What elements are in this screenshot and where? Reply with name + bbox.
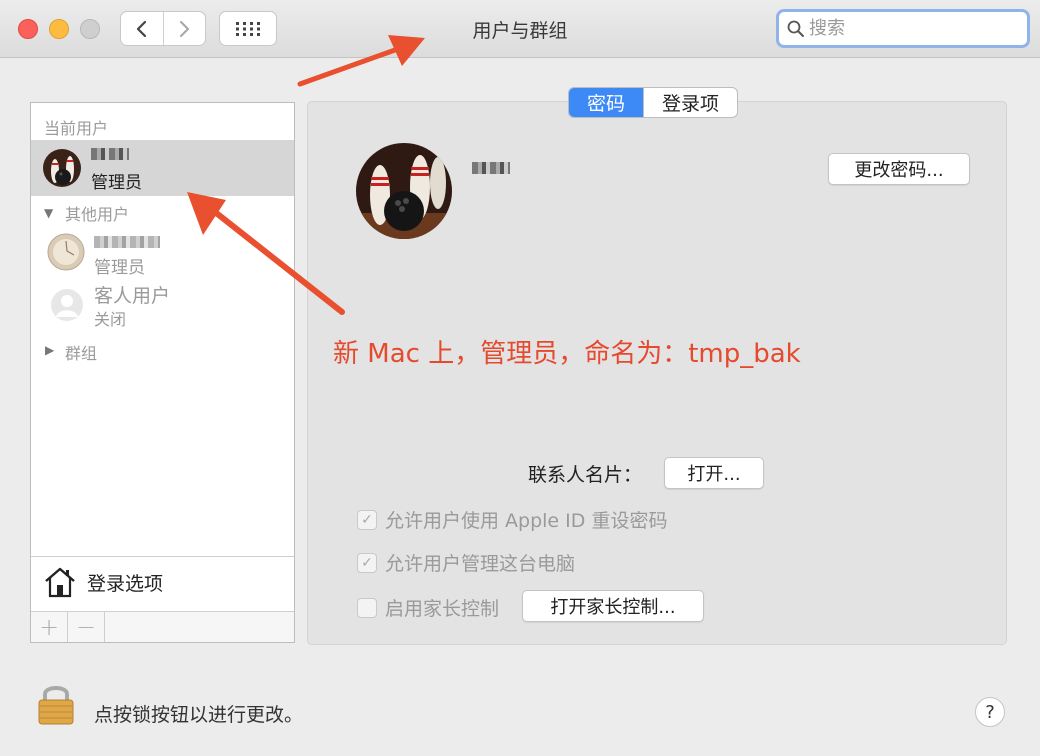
user-profile-picture[interactable] [356, 143, 452, 239]
forward-button[interactable] [162, 12, 206, 45]
title-bar: 用户与群组 [0, 0, 1040, 58]
tab-password[interactable]: 密码 [569, 88, 644, 117]
user-full-name-redacted [472, 162, 510, 174]
parental-controls-checkbox[interactable] [357, 597, 377, 618]
login-options-item[interactable]: 登录选项 [43, 566, 163, 598]
search-icon [787, 20, 804, 37]
guest-user-status: 关闭 [94, 310, 127, 329]
open-contact-card-button[interactable]: 打开... [664, 457, 764, 489]
show-all-button[interactable] [219, 11, 277, 46]
chevron-right-icon [180, 20, 190, 37]
change-password-button[interactable]: 更改密码... [828, 153, 970, 185]
contact-card-label: 联系人名片： [528, 464, 643, 486]
back-button[interactable] [121, 12, 163, 45]
other-users-header: 其他用户 [65, 205, 130, 224]
annotation-note: 新 Mac 上，管理员，命名为：tmp_bak [333, 339, 801, 369]
divider [31, 556, 294, 557]
user-name-redacted [91, 148, 129, 160]
groups-header: 群组 [65, 344, 98, 363]
disclosure-open-icon[interactable]: ▼ [44, 206, 53, 220]
allow-admin-label: 允许用户管理这台电脑 [385, 553, 576, 575]
parental-controls-label: 启用家长控制 [385, 598, 500, 620]
allow-admin-row[interactable]: ✓ 允许用户管理这台电脑 [357, 549, 575, 576]
grid-icon [236, 21, 260, 36]
remove-user-button[interactable]: − [68, 612, 105, 642]
lock-status-text: 点按锁按钮以进行更改。 [94, 704, 304, 726]
users-sidebar: 当前用户 管理员 ▼ 其他用户 管理员 客人用户 关闭 ▶ 群组 登录选项 + … [30, 102, 295, 643]
user-avatar [47, 233, 85, 271]
current-users-header: 当前用户 [44, 119, 109, 138]
house-icon [45, 567, 75, 598]
allow-apple-id-reset-label: 允许用户使用 Apple ID 重设密码 [385, 510, 668, 532]
search-field[interactable] [776, 9, 1030, 48]
allow-admin-checkbox[interactable]: ✓ [357, 552, 377, 573]
allow-apple-id-reset-row[interactable]: ✓ 允许用户使用 Apple ID 重设密码 [357, 506, 667, 533]
current-user-row[interactable]: 管理员 [31, 140, 294, 196]
close-window-button[interactable] [18, 19, 38, 39]
add-remove-bar: + − [31, 611, 294, 642]
navigation-buttons [120, 11, 206, 46]
tab-login-items[interactable]: 登录项 [643, 88, 737, 117]
tab-bar: 密码 登录项 [568, 87, 739, 118]
help-button[interactable]: ? [975, 697, 1005, 727]
guest-user-name: 客人用户 [94, 285, 171, 307]
chevron-left-icon [136, 20, 146, 37]
other-user-role: 管理员 [94, 258, 145, 278]
disclosure-closed-icon[interactable]: ▶ [45, 343, 54, 357]
search-input[interactable] [809, 18, 1009, 39]
add-user-button[interactable]: + [31, 612, 68, 642]
zoom-window-button[interactable] [80, 19, 100, 39]
user-name-redacted [94, 236, 160, 248]
parental-controls-row[interactable]: 启用家长控制 [357, 594, 499, 621]
window-title: 用户与群组 [472, 20, 568, 42]
open-parental-controls-button[interactable]: 打开家长控制... [522, 590, 704, 622]
login-options-label: 登录选项 [87, 572, 164, 595]
user-avatar [43, 149, 81, 187]
lock-icon[interactable] [36, 682, 76, 730]
allow-apple-id-reset-checkbox[interactable]: ✓ [357, 509, 377, 530]
current-user-role: 管理员 [91, 173, 142, 193]
minimize-window-button[interactable] [49, 19, 69, 39]
guest-user-icon [50, 288, 84, 326]
